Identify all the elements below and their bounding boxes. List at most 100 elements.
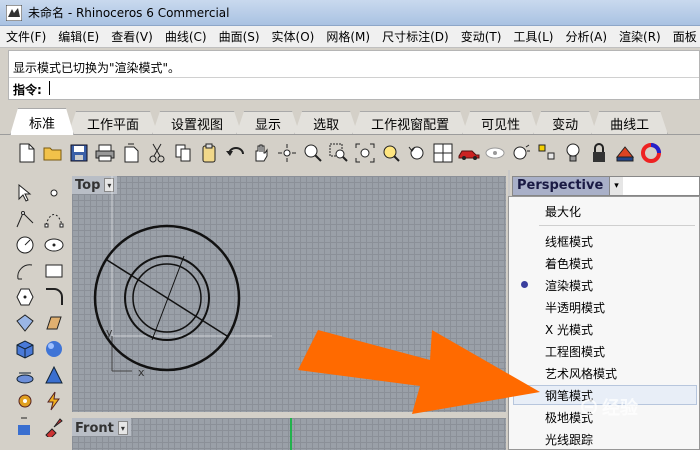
menu-mesh[interactable]: 网格(M): [320, 28, 376, 45]
menu-view[interactable]: 查看(V): [105, 28, 159, 45]
render-tool-icon[interactable]: [43, 416, 65, 438]
tab-transform[interactable]: 变动: [533, 111, 597, 135]
rotate-view-icon[interactable]: [276, 142, 298, 164]
light-bulb-icon[interactable]: [562, 142, 584, 164]
curve-cv-icon[interactable]: [43, 208, 65, 230]
watermark: 经验: [580, 394, 638, 420]
analyze-bolt-icon[interactable]: [43, 390, 65, 412]
tab-visibility[interactable]: 可见性: [462, 111, 539, 135]
material-icon[interactable]: [614, 142, 636, 164]
title-bar: 未命名 - Rhinoceros 6 Commercial: [0, 0, 700, 26]
standard-toolbar: [16, 138, 700, 168]
point-icon[interactable]: [43, 182, 65, 204]
import-icon[interactable]: [120, 142, 142, 164]
tab-viewport-layout[interactable]: 工作视窗配置: [352, 111, 468, 135]
hide-icon[interactable]: [484, 142, 506, 164]
menu-panels[interactable]: 面板: [667, 28, 700, 45]
color-wheel-icon[interactable]: [640, 142, 662, 164]
menu-item-artistic[interactable]: 艺术风格模式: [545, 365, 617, 382]
transform-gear-icon[interactable]: [14, 390, 36, 412]
zoom-window-icon[interactable]: [328, 142, 350, 164]
window-title: 未命名 - Rhinoceros 6 Commercial: [28, 6, 230, 20]
tab-display[interactable]: 显示: [236, 111, 300, 135]
perspective-viewport-title[interactable]: Perspective ▾: [512, 176, 700, 196]
command-input[interactable]: [49, 80, 649, 96]
tab-standard[interactable]: 标准: [10, 108, 74, 135]
menu-surface[interactable]: 曲面(S): [213, 28, 266, 45]
chevron-down-icon[interactable]: ▾: [117, 421, 128, 435]
open-folder-icon[interactable]: [42, 142, 64, 164]
fillet-curve-icon[interactable]: [43, 286, 65, 308]
polyline-icon[interactable]: [14, 208, 36, 230]
four-viewports-icon[interactable]: [432, 142, 454, 164]
front-y-axis: [290, 418, 292, 450]
menu-curve[interactable]: 曲线(C): [159, 28, 213, 45]
command-area: 显示模式已切换为"渲染模式"。 指令:: [8, 50, 700, 100]
tab-select[interactable]: 选取: [294, 111, 358, 135]
ellipse-icon[interactable]: [43, 234, 65, 256]
new-file-icon[interactable]: [16, 142, 38, 164]
save-icon[interactable]: [68, 142, 90, 164]
polygon-icon[interactable]: [14, 286, 36, 308]
watermark-text: 经验: [602, 398, 638, 419]
sphere-solid-icon[interactable]: [43, 338, 65, 360]
menu-dimension[interactable]: 尺寸标注(D): [376, 28, 455, 45]
command-prompt-label: 指令:: [13, 83, 42, 97]
menu-item-xray[interactable]: X 光模式: [545, 321, 593, 338]
tab-cplanes[interactable]: 工作平面: [68, 111, 158, 135]
menu-edit[interactable]: 编辑(E): [52, 28, 105, 45]
undo-icon[interactable]: [224, 142, 246, 164]
menu-solid[interactable]: 实体(O): [266, 28, 321, 45]
paste-icon[interactable]: [198, 142, 220, 164]
cut-icon[interactable]: [146, 142, 168, 164]
menu-file[interactable]: 文件(F): [0, 28, 52, 45]
pan-hand-icon[interactable]: [250, 142, 272, 164]
box-solid-icon[interactable]: [14, 338, 36, 360]
padlock-icon[interactable]: [588, 142, 610, 164]
render-solid-icon[interactable]: [43, 364, 65, 386]
select-arrow-icon[interactable]: [14, 182, 36, 204]
menu-item-shaded[interactable]: 着色模式: [545, 255, 593, 272]
menu-render[interactable]: 渲染(R): [613, 28, 667, 45]
rectangle-icon[interactable]: [43, 260, 65, 282]
toolbar-tabs: 标准 工作平面 设置视图 显示 选取 工作视窗配置 可见性 变动 曲线工: [10, 108, 700, 135]
car-icon[interactable]: [458, 142, 480, 164]
dimension-icon[interactable]: [14, 416, 36, 438]
menu-item-technical[interactable]: 工程图模式: [545, 343, 605, 360]
circle-icon[interactable]: [14, 234, 36, 256]
menu-item-raytraced[interactable]: 光线跟踪: [545, 431, 593, 448]
lock-icon[interactable]: [536, 142, 558, 164]
front-viewport-title[interactable]: Front ▾: [72, 418, 131, 436]
zoom-icon[interactable]: [302, 142, 324, 164]
undo-view-icon[interactable]: [406, 142, 428, 164]
menu-item-maximize[interactable]: 最大化: [545, 203, 581, 220]
axis-line-cross: [151, 255, 185, 341]
tab-set-view[interactable]: 设置视图: [152, 111, 242, 135]
show-icon[interactable]: [510, 142, 532, 164]
zoom-extents-icon[interactable]: [354, 142, 376, 164]
tab-curve-tools[interactable]: 曲线工: [591, 111, 668, 135]
copy-icon[interactable]: [172, 142, 194, 164]
print-icon[interactable]: [94, 142, 116, 164]
watermark-logo-icon: [581, 399, 597, 415]
menu-transform[interactable]: 变动(T): [455, 28, 508, 45]
mesh-icon[interactable]: [14, 364, 36, 386]
left-toolbar: [10, 180, 68, 450]
rhino-window: 未命名 - Rhinoceros 6 Commercial 文件(F) 编辑(E…: [0, 0, 700, 450]
menu-tools[interactable]: 工具(L): [507, 28, 559, 45]
surface-icon[interactable]: [14, 312, 36, 334]
extrude-surface-icon[interactable]: [43, 312, 65, 334]
chevron-down-icon[interactable]: ▾: [609, 177, 623, 195]
front-viewport-label: Front: [75, 420, 114, 436]
top-viewport[interactable]: Top ▾ x y: [72, 176, 506, 412]
menu-analyze[interactable]: 分析(A): [559, 28, 613, 45]
command-separator: [9, 77, 699, 78]
menu-item-wireframe[interactable]: 线框模式: [545, 233, 593, 250]
front-viewport[interactable]: Front ▾: [72, 418, 506, 450]
perspective-viewport-label: Perspective: [513, 177, 609, 195]
zoom-selected-icon[interactable]: [380, 142, 402, 164]
menu-item-ghosted[interactable]: 半透明模式: [545, 299, 605, 316]
menu-item-rendered[interactable]: 渲染模式: [545, 277, 593, 294]
menu-bar: 文件(F) 编辑(E) 查看(V) 曲线(C) 曲面(S) 实体(O) 网格(M…: [0, 26, 700, 48]
arc-icon[interactable]: [14, 260, 36, 282]
